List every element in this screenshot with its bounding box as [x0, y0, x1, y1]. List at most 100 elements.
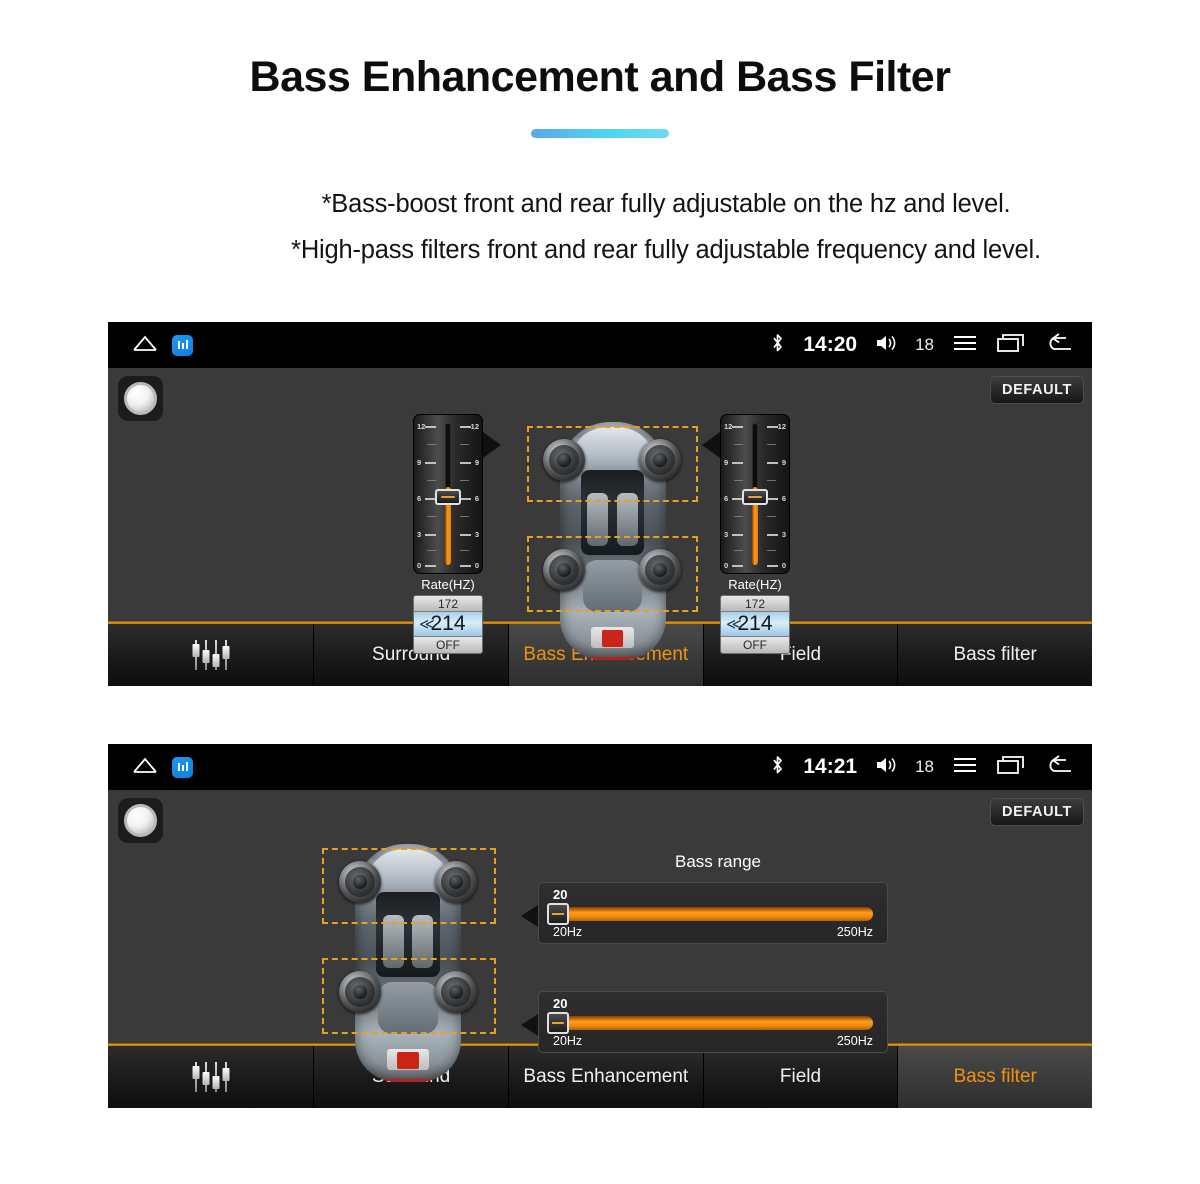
rear-slider-pointer	[702, 432, 720, 458]
front-rate-state: OFF	[414, 637, 482, 653]
knob-inner	[124, 804, 157, 837]
front-range-value: 20	[553, 887, 568, 902]
bluetooth-icon	[770, 332, 785, 359]
speaker-rear-right[interactable]	[639, 549, 681, 591]
scale-label-0-l: 0	[724, 561, 729, 570]
scale-label-6-r: 6	[781, 494, 786, 503]
equalizer-app-icon[interactable]	[172, 756, 193, 778]
rear-rate-state: OFF	[721, 637, 789, 653]
rear-range-min-label: 20Hz	[553, 1034, 583, 1048]
home-icon[interactable]	[132, 334, 158, 357]
front-range-max-label: 250Hz	[836, 925, 873, 939]
scale-label-9-r: 9	[781, 458, 786, 467]
equalizer-icon	[192, 1062, 230, 1092]
back-icon[interactable]	[1044, 332, 1074, 358]
back-icon[interactable]	[1044, 754, 1074, 780]
rear-rate-value-current[interactable]: ≪ 214	[721, 612, 789, 637]
scale-label-0-r: 0	[781, 561, 786, 570]
page-title: Bass Enhancement and Bass Filter	[249, 53, 951, 101]
front-range-bar[interactable]	[553, 907, 873, 921]
car-rear-bumper	[369, 1068, 447, 1082]
rear-range-max-label: 250Hz	[836, 1034, 873, 1048]
bullet-line-1: *Bass-boost front and rear fully adjusta…	[321, 190, 1011, 219]
status-clock: 14:20	[803, 333, 858, 356]
volume-icon[interactable]	[875, 755, 897, 780]
scale-label-9-l: 9	[417, 458, 422, 467]
speaker-rear-right[interactable]	[435, 971, 477, 1013]
bullet-line-2: *High-pass filters front and rear fully …	[291, 235, 1041, 264]
equalizer-app-icon[interactable]	[172, 334, 193, 356]
car-brake-light	[601, 630, 624, 647]
volume-level: 18	[915, 335, 934, 354]
knob-button[interactable]	[118, 798, 163, 843]
front-rate-handle[interactable]	[435, 489, 461, 505]
home-icon[interactable]	[132, 756, 158, 779]
speaker-front-left[interactable]	[339, 861, 381, 903]
menu-icon[interactable]	[952, 755, 978, 780]
rear-range-handle[interactable]	[547, 1012, 569, 1034]
front-rate-value-prev: 172	[414, 596, 482, 612]
status-bar-1: 14:20 18	[108, 322, 1092, 368]
speaker-rear-left[interactable]	[339, 971, 381, 1013]
car-diagram-1[interactable]	[521, 414, 704, 667]
front-range-min-label: 20Hz	[553, 925, 583, 939]
bluetooth-icon	[770, 754, 785, 781]
front-bass-range-slider[interactable]: 20 20Hz 250Hz	[521, 882, 888, 944]
speaker-rear-left[interactable]	[543, 549, 585, 591]
device-screenshot-bass-enhancement: 14:20 18 DEFAULT 12 12 9 9 6 6 3 3 0 0 R…	[108, 322, 1092, 686]
front-range-handle[interactable]	[547, 903, 569, 925]
tab-bass-enhancement-2[interactable]: Bass Enhancement	[508, 1046, 704, 1108]
rear-rate-slider[interactable]: 12 12 9 9 6 6 3 3 0 0 Rate(HZ) 172 ≪ 214…	[720, 414, 790, 654]
speaker-front-right[interactable]	[435, 861, 477, 903]
page-header: Bass Enhancement and Bass Filter *Bass-b…	[0, 0, 1200, 273]
front-rate-value-current[interactable]: ≪ 214	[414, 612, 482, 637]
default-button[interactable]: DEFAULT	[990, 798, 1084, 826]
status-bar-right-1: 14:20 18	[770, 322, 1074, 368]
status-bar-right-2: 14:21 18	[770, 744, 1074, 790]
tab-bass-filter-1[interactable]: Bass filter	[898, 624, 1092, 686]
status-bar-left-2	[108, 756, 193, 779]
recents-icon[interactable]	[996, 333, 1026, 358]
scale-label-3-l: 3	[724, 530, 729, 539]
tab-bass-filter-2[interactable]: Bass filter	[898, 1046, 1092, 1108]
scale-label-3-l: 3	[417, 530, 422, 539]
tab-field-2[interactable]: Field	[703, 1046, 899, 1108]
knob-button[interactable]	[118, 376, 163, 421]
scale-label-3-r: 3	[474, 530, 479, 539]
knob-inner	[124, 382, 157, 415]
rear-bass-range-slider[interactable]: 20 20Hz 250Hz	[521, 991, 888, 1053]
front-rate-track[interactable]: 12 12 9 9 6 6 3 3 0 0	[413, 414, 483, 574]
rear-range-bar[interactable]	[553, 1016, 873, 1030]
scale-label-9-r: 9	[474, 458, 479, 467]
front-rate-values[interactable]: 172 ≪ 214 OFF	[413, 595, 483, 654]
equalizer-icon	[192, 640, 230, 670]
status-bar-2: 14:21 18	[108, 744, 1092, 790]
rear-rate-values[interactable]: 172 ≪ 214 OFF	[720, 595, 790, 654]
tab-equalizer-2[interactable]	[108, 1046, 315, 1108]
car-brake-light	[397, 1052, 419, 1069]
volume-level: 18	[915, 757, 934, 776]
rear-rate-handle[interactable]	[742, 489, 768, 505]
recents-icon[interactable]	[996, 755, 1026, 780]
front-rate-value-text: 214	[430, 612, 466, 635]
rear-range-pointer	[521, 1014, 538, 1036]
content-area-1: DEFAULT 12 12 9 9 6 6 3 3 0 0 Rate(HZ) 1…	[108, 368, 1092, 660]
car-diagram-2[interactable]	[308, 836, 508, 1089]
speaker-front-right[interactable]	[639, 439, 681, 481]
scale-label-0-l: 0	[417, 561, 422, 570]
rear-rate-value-prev: 172	[721, 596, 789, 612]
rear-rate-track[interactable]: 12 12 9 9 6 6 3 3 0 0	[720, 414, 790, 574]
device-screenshot-bass-filter: 14:21 18 DEFAULT Bass range 20 20Hz 250H…	[108, 744, 1092, 1108]
bass-range-title: Bass range	[675, 852, 761, 871]
scale-label-6-l: 6	[724, 494, 729, 503]
front-rate-slider[interactable]: 12 12 9 9 6 6 3 3 0 0 Rate(HZ) 172 ≪ 214…	[413, 414, 483, 654]
front-slider-pointer	[483, 432, 501, 458]
menu-icon[interactable]	[952, 333, 978, 358]
tab-equalizer-1[interactable]	[108, 624, 315, 686]
default-button[interactable]: DEFAULT	[990, 376, 1084, 404]
volume-icon[interactable]	[875, 333, 897, 358]
speaker-front-left[interactable]	[543, 439, 585, 481]
car-rear-bumper	[574, 646, 651, 660]
scale-label-6-r: 6	[474, 494, 479, 503]
status-bar-left-1	[108, 334, 193, 357]
